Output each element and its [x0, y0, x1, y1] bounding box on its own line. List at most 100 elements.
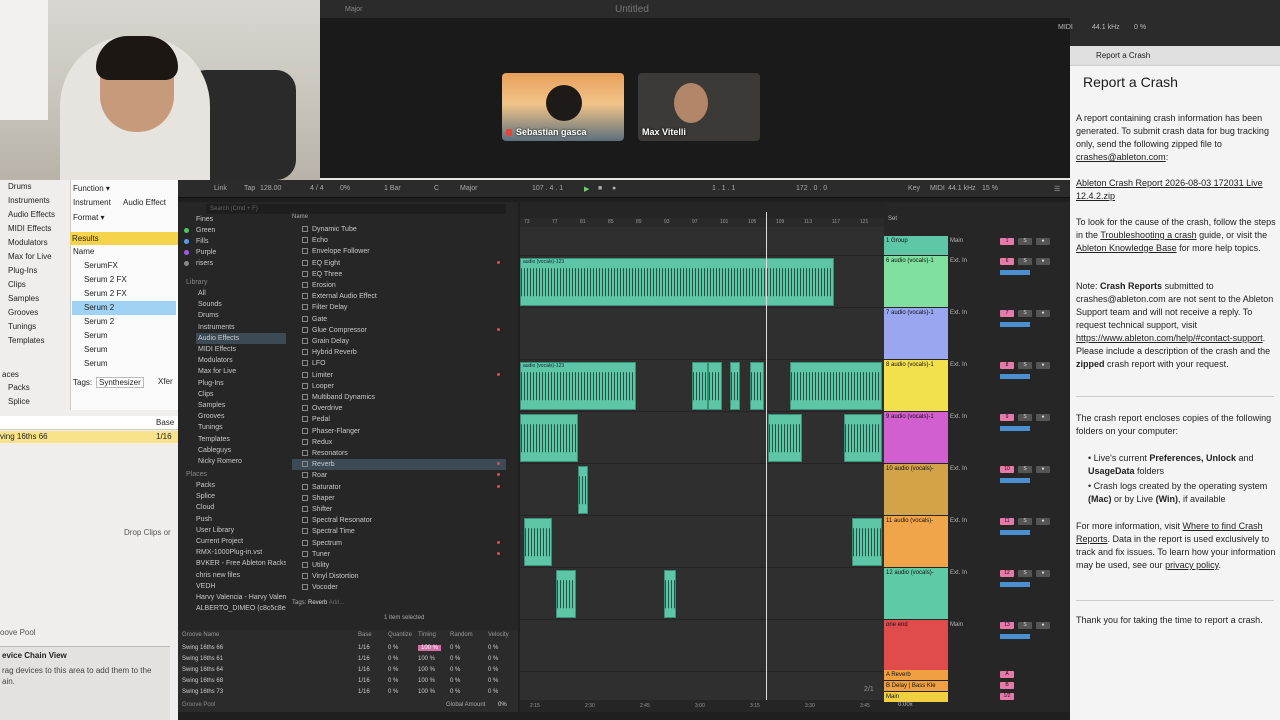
groove-random[interactable]: 0 % — [450, 645, 460, 651]
library-item[interactable]: Templates — [196, 434, 286, 445]
effect-item[interactable]: Tuner — [292, 549, 506, 560]
track-name[interactable]: 8 audio (vocals)-1 — [886, 362, 934, 368]
effect-item[interactable]: Gate — [292, 314, 506, 325]
collection-item[interactable]: Purple — [184, 247, 216, 258]
groove-row-base[interactable]: 1/16 — [156, 431, 172, 443]
crash-email-link[interactable]: crashes@ableton.com — [1076, 152, 1166, 162]
return-name[interactable]: B Delay | Bass Kle — [886, 683, 936, 689]
collection-item[interactable]: risers — [184, 258, 213, 269]
track-input[interactable]: Ext. In — [950, 518, 967, 524]
mute-button[interactable]: ● — [1036, 622, 1050, 629]
effect-item[interactable]: Reverb — [292, 459, 506, 471]
arrangement-position[interactable]: 107 . 4 . 1 — [532, 185, 563, 192]
effect-item[interactable]: Overdrive — [292, 403, 506, 414]
result-item-selected[interactable]: Serum 2 — [72, 301, 176, 315]
groove-row[interactable]: Swing 16ths 64 1/16 0 % 100 % 0 % 0 % — [182, 666, 512, 676]
groove-row[interactable]: Swing 16ths 68 1/16 0 % 100 % 0 % 0 % — [182, 677, 512, 687]
groove-quantize[interactable]: 0 % — [388, 656, 398, 662]
groove-base[interactable]: 1/16 — [358, 656, 370, 662]
groove-quantize[interactable]: 0 % — [388, 645, 398, 651]
result-item[interactable]: Serum 2 FX — [84, 287, 127, 301]
track-lane[interactable] — [520, 568, 886, 620]
solo-button[interactable]: S — [1018, 238, 1032, 245]
volume-slider[interactable] — [1000, 426, 1030, 431]
audio-clip[interactable] — [664, 570, 676, 618]
groove-base[interactable]: 1/16 — [358, 678, 370, 684]
effect-item[interactable]: External Audio Effect — [292, 291, 506, 302]
global-amount-value[interactable]: 0% — [498, 702, 507, 708]
play-icon[interactable]: ▶ — [584, 185, 589, 193]
effect-item[interactable]: Roar — [292, 470, 506, 481]
track-name[interactable]: 6 audio (vocals)-1 — [886, 258, 934, 264]
library-item[interactable]: Max for Live — [196, 366, 286, 377]
audio-clip[interactable] — [768, 414, 802, 462]
function-filter[interactable]: Function ▾ — [73, 184, 110, 193]
audio-clip[interactable] — [708, 362, 722, 410]
groove-row[interactable]: Swing 16ths 73 1/16 0 % 100 % 0 % 0 % — [182, 688, 512, 698]
track-lane[interactable]: audio (vocals)-123 — [520, 360, 886, 412]
finder-category[interactable]: MIDI Effects — [8, 222, 51, 235]
track-lane[interactable] — [520, 464, 886, 516]
solo-button[interactable]: S — [1018, 622, 1032, 629]
effect-item[interactable]: Phaser-Flanger — [292, 426, 506, 437]
groove-timing[interactable]: 100 % — [418, 689, 435, 695]
track-lane[interactable] — [520, 236, 886, 256]
support-link[interactable]: https://www.ableton.com/help/#contact-su… — [1076, 333, 1263, 343]
audio-clip[interactable]: audio (vocals)-123 — [520, 362, 636, 410]
groove-velocity[interactable]: 0 % — [488, 645, 498, 651]
record-icon[interactable]: ● — [612, 185, 616, 192]
audio-clip[interactable] — [750, 362, 764, 410]
effect-item[interactable]: Utility — [292, 560, 506, 571]
tab-report-a-crash[interactable]: Report a Crash — [1070, 46, 1280, 66]
place-item[interactable]: Push — [196, 514, 286, 525]
track-header[interactable]: 9 audio (vocals)-1 — [884, 412, 948, 463]
track-header[interactable]: 12 audio (vocals)- — [884, 568, 948, 619]
effect-item[interactable]: Resonators — [292, 448, 506, 459]
audio-clip[interactable] — [844, 414, 882, 462]
tap-button[interactable]: Tap — [244, 185, 255, 192]
participant-tile[interactable]: Max Vitelli — [638, 73, 760, 141]
library-item[interactable]: Grooves — [196, 411, 286, 422]
track-number[interactable]: 12 — [1000, 570, 1014, 577]
groove-timing[interactable]: 100 % — [418, 645, 442, 651]
audio-clip[interactable] — [520, 414, 578, 462]
library-item[interactable]: Nicky Romero — [196, 456, 286, 467]
return-letter[interactable]: 1/2 — [1000, 693, 1014, 700]
finder-category[interactable]: Grooves — [8, 306, 38, 319]
tag-chip[interactable]: Xfer — [158, 377, 173, 386]
key-field[interactable]: C — [434, 185, 439, 192]
bar-ruler[interactable]: 73 77 81 85 89 93 97 101 105 109 113 117 121 — [520, 218, 886, 227]
scale-menu[interactable]: Major — [460, 185, 478, 192]
track-header[interactable]: 8 audio (vocals)-1 — [884, 360, 948, 411]
groove-random[interactable]: 0 % — [450, 667, 460, 673]
menu-icon[interactable]: ☰ — [1054, 185, 1060, 193]
finder-category[interactable]: Templates — [8, 334, 44, 347]
overview-strip[interactable] — [520, 202, 886, 218]
effect-item[interactable]: Erosion — [292, 280, 506, 291]
effect-item[interactable]: Limiter — [292, 370, 506, 381]
place-item[interactable]: ALBERTO_DIMEO (c8c5c8eceff — [196, 603, 286, 614]
effect-item[interactable]: Filter Delay — [292, 302, 506, 313]
audio-clip[interactable] — [692, 362, 708, 410]
track-name[interactable]: 10 audio (vocals)- — [886, 466, 934, 472]
place-item[interactable]: Packs — [196, 480, 286, 491]
library-item[interactable]: Drums — [196, 310, 286, 321]
effect-item[interactable]: Shaper — [292, 493, 506, 504]
place-item[interactable]: BVKER - Free Ableton Racks — [196, 558, 286, 569]
finder-category[interactable]: Modulators — [8, 236, 48, 249]
stop-icon[interactable]: ■ — [598, 185, 602, 192]
finder-category[interactable]: Max for Live — [8, 250, 52, 263]
effect-item[interactable]: Dynamic Tube — [292, 224, 506, 235]
solo-button[interactable]: S — [1018, 414, 1032, 421]
solo-button[interactable]: S — [1018, 518, 1032, 525]
finder-category[interactable]: Tunings — [8, 320, 36, 333]
tag-chip[interactable]: Reverb — [308, 600, 327, 606]
groove-timing[interactable]: 100 % — [418, 656, 435, 662]
volume-slider[interactable] — [1000, 634, 1030, 639]
library-item[interactable]: Sounds — [196, 299, 286, 310]
place-item[interactable]: Harvy Valencia - Harvy Valenci — [196, 592, 286, 603]
mute-button[interactable]: ● — [1036, 414, 1050, 421]
place-item[interactable]: Current Project — [196, 536, 286, 547]
loop-length[interactable]: 172 . 0 . 0 — [796, 185, 827, 192]
groove-timing[interactable]: 100 % — [418, 678, 435, 684]
